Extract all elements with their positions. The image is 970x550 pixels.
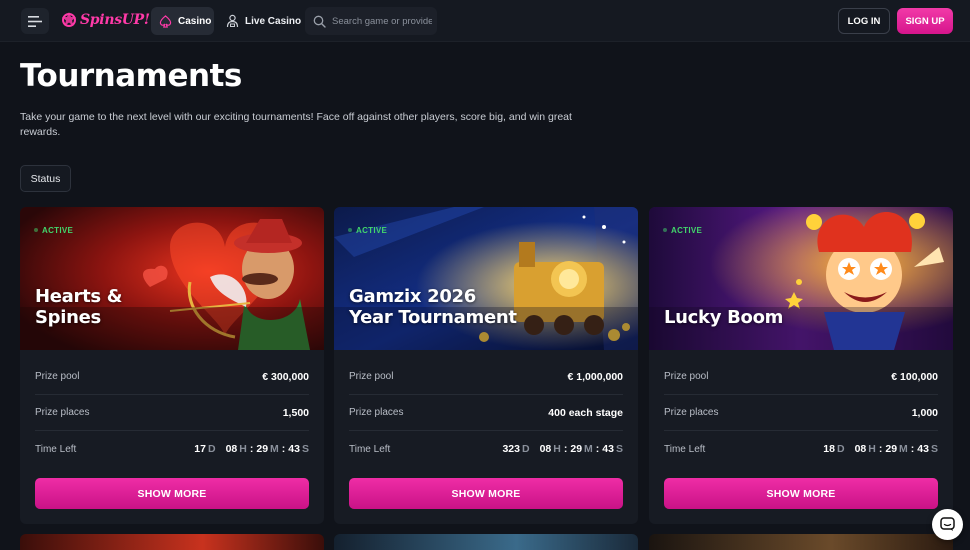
time-left-label: Time Left xyxy=(664,443,706,455)
nav-live-casino[interactable]: Live Casino xyxy=(226,7,301,35)
prize-pool-label: Prize pool xyxy=(35,371,80,382)
status-dot xyxy=(663,228,667,232)
spade-icon xyxy=(159,14,172,28)
page-title: Tournaments xyxy=(20,58,242,94)
timer-hours: 08 xyxy=(225,443,238,455)
timer-days-unit: D xyxy=(521,443,530,455)
prize-places-value: 1,000 xyxy=(911,406,938,419)
timer-hours: 08 xyxy=(854,443,867,455)
prize-pool-value: € 1,000,000 xyxy=(567,370,623,383)
logo-text: SpinsUP! xyxy=(80,12,150,28)
timer-hours-unit: H xyxy=(868,443,876,455)
prize-places-label: Prize places xyxy=(349,407,404,418)
timer-minutes: 29 xyxy=(570,443,583,455)
status-dot xyxy=(348,228,352,232)
tournament-title: Gamzix 2026 Year Tournament xyxy=(349,286,517,328)
timer-minutes: 29 xyxy=(885,443,898,455)
chat-icon xyxy=(940,517,955,531)
timer-days-unit: D xyxy=(836,443,845,455)
nav-live-casino-label: Live Casino xyxy=(245,15,302,27)
countdown-timer: 17 D 08 H : 29 M : 43 S xyxy=(194,443,309,455)
prize-places-row: Prize places 1,500 xyxy=(35,395,309,431)
countdown-timer: 323 D 08 H : 29 M : 43 S xyxy=(502,443,623,455)
status-label: ACTIVE xyxy=(356,225,388,235)
prize-pool-label: Prize pool xyxy=(664,371,709,382)
login-button[interactable]: LOG IN xyxy=(838,8,890,34)
timer-seconds-unit: S xyxy=(301,443,309,455)
prize-places-row: Prize places 1,000 xyxy=(664,395,938,431)
status-dot xyxy=(34,228,38,232)
tournament-banner[interactable]: ACTIVE Lucky Boom xyxy=(649,207,953,350)
prize-pool-label: Prize pool xyxy=(349,371,394,382)
timer-seconds: 43 xyxy=(917,443,929,455)
tournament-card: ACTIVE Gamzix 2026 Year Tournament Prize… xyxy=(334,207,638,524)
status-label: ACTIVE xyxy=(671,225,703,235)
time-left-row: Time Left 18 D 08 H : 29 M : 43 S xyxy=(664,431,938,467)
prize-places-label: Prize places xyxy=(35,407,90,418)
top-header: SpinsUP! Casino Live Casino LOG IN SIGN … xyxy=(0,0,970,42)
status-filter-button[interactable]: Status xyxy=(20,165,71,192)
timer-seconds-unit: S xyxy=(615,443,623,455)
timer-hours-unit: H xyxy=(553,443,561,455)
tournament-card: ACTIVE Hearts & Spines Prize pool € 300,… xyxy=(20,207,324,524)
dealer-icon xyxy=(226,14,239,28)
show-more-button[interactable]: SHOW MORE xyxy=(349,478,623,509)
search-box[interactable] xyxy=(305,7,437,35)
prize-pool-value: € 300,000 xyxy=(262,370,309,383)
signup-button[interactable]: SIGN UP xyxy=(897,8,953,34)
tournament-banner[interactable]: ACTIVE Hearts & Spines xyxy=(20,207,324,350)
prize-pool-row: Prize pool € 1,000,000 xyxy=(349,359,623,395)
search-icon xyxy=(313,15,326,28)
timer-days-unit: D xyxy=(207,443,216,455)
tournament-banner[interactable]: ACTIVE Gamzix 2026 Year Tournament xyxy=(334,207,638,350)
prize-pool-row: Prize pool € 100,000 xyxy=(664,359,938,395)
prize-places-row: Prize places 400 each stage xyxy=(349,395,623,431)
time-left-row: Time Left 17 D 08 H : 29 M : 43 S xyxy=(35,431,309,467)
tournament-title: Lucky Boom xyxy=(664,307,784,328)
tournament-card: ACTIVE Lucky Boom Prize pool € 100,000 P… xyxy=(649,207,953,524)
timer-minutes-unit: M xyxy=(584,443,593,455)
tournament-card-peek[interactable] xyxy=(20,534,324,550)
spinsup-logo[interactable]: SpinsUP! xyxy=(61,10,150,30)
prize-pool-value: € 100,000 xyxy=(891,370,938,383)
countdown-timer: 18 D 08 H : 29 M : 43 S xyxy=(823,443,938,455)
time-left-label: Time Left xyxy=(35,443,77,455)
page-description: Take your game to the next level with ou… xyxy=(20,111,572,138)
timer-hours: 08 xyxy=(539,443,552,455)
menu-button[interactable] xyxy=(21,8,49,34)
timer-days: 17 xyxy=(194,443,206,455)
timer-seconds: 43 xyxy=(288,443,300,455)
status-badge: ACTIVE xyxy=(348,223,387,237)
hamburger-icon xyxy=(28,15,42,27)
tournament-title: Hearts & Spines xyxy=(35,286,123,328)
show-more-button[interactable]: SHOW MORE xyxy=(35,478,309,509)
tournament-card-peek[interactable] xyxy=(649,534,953,550)
nav-casino-label: Casino xyxy=(178,15,212,27)
show-more-button[interactable]: SHOW MORE xyxy=(664,478,938,509)
timer-seconds-unit: S xyxy=(930,443,938,455)
tournament-card-peek[interactable] xyxy=(334,534,638,550)
status-badge: ACTIVE xyxy=(663,223,702,237)
prize-pool-row: Prize pool € 300,000 xyxy=(35,359,309,395)
prize-places-value: 400 each stage xyxy=(548,406,623,419)
timer-seconds: 43 xyxy=(602,443,614,455)
status-badge: ACTIVE xyxy=(34,223,73,237)
logo-mark-icon xyxy=(62,12,76,27)
timer-hours-unit: H xyxy=(239,443,247,455)
timer-days: 18 xyxy=(823,443,835,455)
timer-minutes: 29 xyxy=(256,443,269,455)
time-left-row: Time Left 323 D 08 H : 29 M : 43 S xyxy=(349,431,623,467)
search-input[interactable] xyxy=(332,15,432,27)
chat-support-button[interactable] xyxy=(932,509,963,540)
time-left-label: Time Left xyxy=(349,443,391,455)
prize-places-value: 1,500 xyxy=(282,406,309,419)
status-label: ACTIVE xyxy=(42,225,74,235)
timer-minutes-unit: M xyxy=(899,443,908,455)
timer-minutes-unit: M xyxy=(270,443,279,455)
prize-places-label: Prize places xyxy=(664,407,719,418)
timer-days: 323 xyxy=(502,443,520,455)
nav-casino[interactable]: Casino xyxy=(151,7,214,35)
